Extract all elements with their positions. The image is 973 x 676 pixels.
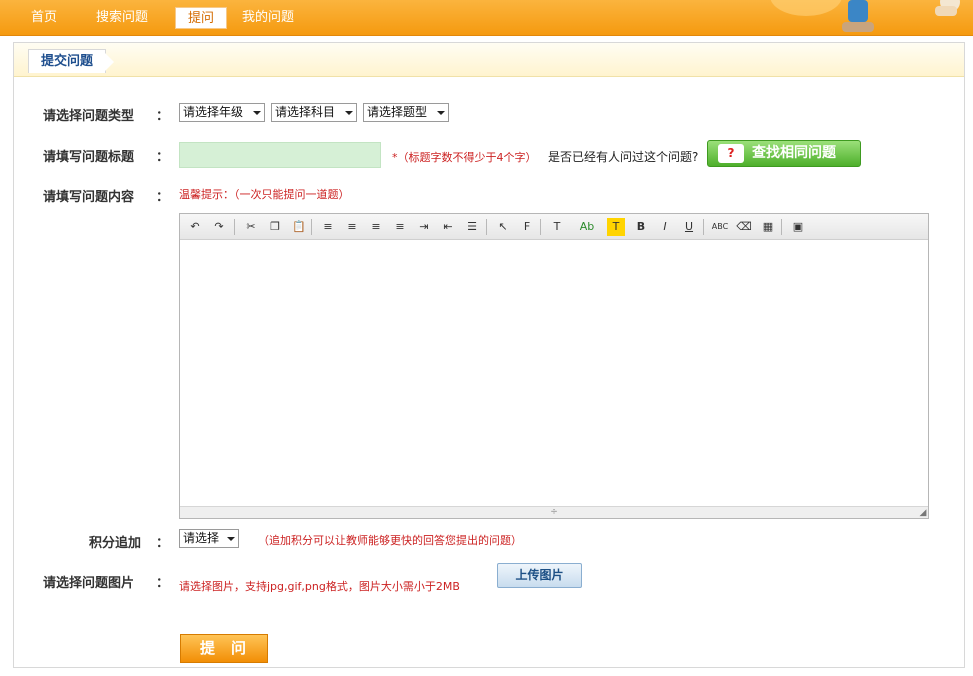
submit-question-button[interactable]: 提问 <box>180 634 268 663</box>
points-select[interactable]: 请选择 <box>179 529 239 548</box>
subject-select-value: 请选择科目 <box>275 105 336 119</box>
chevron-down-icon <box>227 537 235 541</box>
question-image-label: 请选择问题图片 <box>43 576 135 591</box>
question-type-select[interactable]: 请选择题型 <box>363 103 449 122</box>
toolbar-separator <box>703 219 704 235</box>
content-hint: 温馨提示：（一次只能提问一道题） <box>179 188 350 201</box>
toolbar-separator <box>311 219 312 235</box>
paste-icon[interactable]: 📋 <box>290 218 308 236</box>
font-color-icon[interactable]: Ab <box>578 218 596 236</box>
top-nav: 首页 搜索问题 提问 我的问题 <box>0 0 973 36</box>
eraser-icon[interactable]: ⌫ <box>735 218 753 236</box>
indent-icon[interactable]: ⇥ <box>415 218 433 236</box>
find-similar-questions-button[interactable]: ? 查找相同问题 <box>707 140 861 167</box>
undo-icon[interactable]: ↶ <box>186 218 204 236</box>
toolbar-separator <box>486 219 487 235</box>
chevron-down-icon <box>253 111 261 115</box>
toolbar-separator <box>540 219 541 235</box>
upload-image-button[interactable]: 上传图片 <box>497 563 582 588</box>
panel-header: 提交问题 <box>14 43 964 77</box>
nav-item-ask[interactable]: 提问 <box>175 7 228 29</box>
duplicate-question-prompt: 是否已经有人问过这个问题? <box>548 150 699 164</box>
editor-resize-bar[interactable]: ÷ ◢ <box>180 506 928 518</box>
image-hint: 请选择图片，支持jpg,gif,png格式，图片大小需小于2MB <box>179 580 460 593</box>
question-search-icon: ? <box>718 144 744 163</box>
copy-icon[interactable]: ❐ <box>266 218 284 236</box>
nav-item-home[interactable]: 首页 <box>31 9 57 27</box>
grade-select-value: 请选择年级 <box>183 105 244 119</box>
question-title-input[interactable] <box>179 142 381 168</box>
colon: ： <box>156 109 170 124</box>
colon: ： <box>156 576 170 591</box>
subject-select[interactable]: 请选择科目 <box>271 103 357 122</box>
question-title-label: 请填写问题标题 <box>43 150 135 165</box>
bold-icon[interactable]: B <box>632 218 650 236</box>
underline-icon[interactable]: U <box>680 218 698 236</box>
points-select-value: 请选择 <box>183 531 220 545</box>
insert-image-icon[interactable]: ▣ <box>789 218 807 236</box>
italic-icon[interactable]: I <box>656 218 674 236</box>
editor-toolbar: ↶ ↷ ✂ ❐ 📋 ≡ ≡ ≡ ≡ ⇥ ⇤ ☰ ↖ F T Ab T B I U ABC ⌫ ▦ ▣ <box>180 214 928 240</box>
find-similar-questions-label: 查找相同问题 <box>752 145 836 161</box>
points-hint: （追加积分可以让教师能够更快的回答您提出的问题） <box>258 534 522 547</box>
question-type-select-value: 请选择题型 <box>367 105 428 119</box>
question-content-label: 请填写问题内容 <box>43 190 135 205</box>
numbered-list-icon[interactable]: ☰ <box>463 218 481 236</box>
nav-item-search[interactable]: 搜索问题 <box>96 9 148 27</box>
colon: ： <box>156 536 170 551</box>
toolbar-separator <box>234 219 235 235</box>
title-hint: *（标题字数不得少于4个字） <box>392 151 537 164</box>
font-size-icon[interactable]: T <box>548 218 566 236</box>
select-pointer-icon[interactable]: ↖ <box>494 218 512 236</box>
colon: ： <box>156 190 170 205</box>
colon: ： <box>156 150 170 165</box>
cartoon-decoration-icon <box>770 0 960 32</box>
align-justify-icon[interactable]: ≡ <box>391 218 409 236</box>
resize-icon: ÷ <box>550 507 558 517</box>
question-type-label: 请选择问题类型 <box>43 109 135 124</box>
panel-tab-submit-question: 提交问题 <box>28 49 115 73</box>
resize-grip-icon[interactable]: ◢ <box>918 508 928 518</box>
points-label: 积分追加 <box>89 536 142 551</box>
outdent-icon[interactable]: ⇤ <box>439 218 457 236</box>
table-icon[interactable]: ▦ <box>759 218 777 236</box>
align-right-icon[interactable]: ≡ <box>367 218 385 236</box>
align-center-icon[interactable]: ≡ <box>343 218 361 236</box>
font-family-icon[interactable]: F <box>518 218 536 236</box>
spellcheck-icon[interactable]: ABC <box>711 218 729 236</box>
highlight-icon[interactable]: T <box>607 218 625 236</box>
redo-icon[interactable]: ↷ <box>210 218 228 236</box>
chevron-down-icon <box>437 111 445 115</box>
rich-text-editor[interactable]: ↶ ↷ ✂ ❐ 📋 ≡ ≡ ≡ ≡ ⇥ ⇤ ☰ ↖ F T Ab T B I U ABC ⌫ ▦ ▣ ÷ ◢ <box>179 213 929 519</box>
cut-icon[interactable]: ✂ <box>242 218 260 236</box>
align-left-icon[interactable]: ≡ <box>319 218 337 236</box>
grade-select[interactable]: 请选择年级 <box>179 103 265 122</box>
toolbar-separator <box>781 219 782 235</box>
chevron-down-icon <box>345 111 353 115</box>
nav-item-my-questions[interactable]: 我的问题 <box>242 9 294 27</box>
